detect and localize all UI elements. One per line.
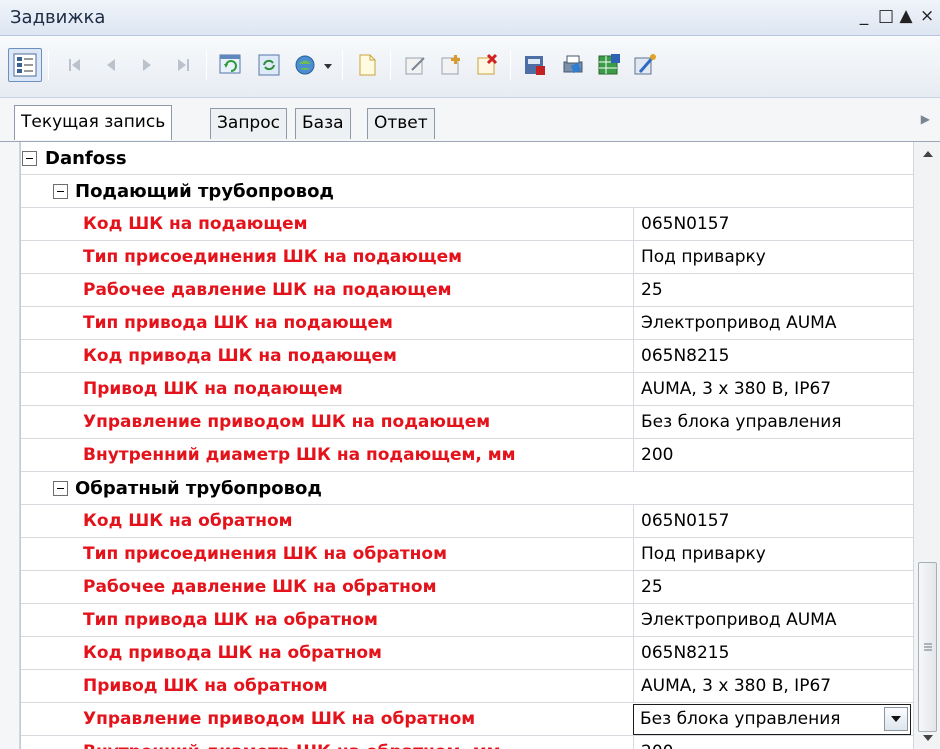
property-row[interactable]: Внутренний диаметр ШК на обратном, мм 20… [21,736,914,749]
property-value[interactable]: 065N0157 [641,505,729,538]
window-controls: _ □ ▲ × [857,6,935,26]
property-row[interactable]: Рабочее давление ШК на подающем 25 [21,274,914,307]
property-name: Код ШК на обратном [83,511,293,531]
scrollbar-thumb[interactable] [918,562,937,732]
window-title: Задвижка [10,7,106,28]
collapse-toggle-icon[interactable] [22,151,37,166]
property-name: Код привода ШК на обратном [83,643,382,663]
category-label: Подающий трубопровод [75,181,334,202]
property-row[interactable]: Код привода ШК на обратном 065N8215 [21,637,914,670]
property-name: Рабочее давление ШК на обратном [83,577,437,597]
property-name: Управление приводом ШК на обратном [83,709,476,729]
add-record-icon[interactable] [434,48,468,82]
property-name: Привод ШК на обратном [83,676,328,696]
property-value[interactable]: 065N8215 [641,340,729,373]
property-row[interactable]: Тип привода ШК на подающем Электропривод… [21,307,914,340]
property-name: Тип привода ШК на подающем [83,313,393,333]
property-value-dropdown[interactable]: Без блока управления [633,704,911,735]
property-row[interactable]: Код ШК на подающем 065N0157 [21,208,914,241]
refresh-icon[interactable] [214,48,248,82]
property-value[interactable]: 25 [641,274,663,307]
tab-query[interactable]: Запрос [210,108,287,139]
sync-icon[interactable] [252,48,286,82]
property-name: Внутренний диаметр ШК на обратном, мм [83,736,501,749]
property-value[interactable]: 200 [641,439,673,472]
minimize-button[interactable]: _ [857,6,871,26]
property-name: Внутренний диаметр ШК на подающем, мм [83,445,516,465]
edit-record-icon[interactable] [398,48,432,82]
property-value[interactable]: 200 [641,736,673,749]
property-row[interactable]: Внутренний диаметр ШК на подающем, мм 20… [21,439,914,472]
property-value[interactable]: AUMA, 3 x 380 B, IP67 [641,670,831,703]
export-icon[interactable] [518,48,552,82]
search-dropdown-icon[interactable] [322,56,334,76]
property-row[interactable]: Рабочее давление ШК на обратном 25 [21,571,914,604]
category-row-supply[interactable]: Подающий трубопровод [21,175,914,208]
property-value[interactable]: Электропривод AUMA [641,307,836,340]
property-name: Рабочее давление ШК на подающем [83,280,452,300]
category-label: Danfoss [45,148,127,169]
property-value[interactable]: AUMA, 3 x 380 B, IP67 [641,373,831,406]
property-row[interactable]: Тип привода ШК на обратном Электропривод… [21,604,914,637]
previous-record-icon[interactable] [94,48,128,82]
tabs-scroll-right-icon[interactable]: ▶ [921,112,930,126]
delete-record-icon[interactable] [470,48,504,82]
category-row-return[interactable]: Обратный трубопровод [21,472,914,505]
property-row[interactable]: Привод ШК на подающем AUMA, 3 x 380 B, I… [21,373,914,406]
collapse-button[interactable]: ▲ [899,6,913,26]
collapse-toggle-icon[interactable] [53,481,68,496]
property-name: Код ШК на подающем [83,214,308,234]
property-grid-gutter [0,142,20,749]
first-record-icon[interactable] [58,48,92,82]
tab-response[interactable]: Ответ [367,108,435,139]
property-row[interactable]: Тип присоединения ШК на подающем Под при… [21,241,914,274]
property-value[interactable]: 25 [641,571,663,604]
property-value[interactable]: Под приварку [641,538,766,571]
search-icon[interactable] [288,48,322,82]
window-titlebar: Задвижка _ □ ▲ × [0,0,940,36]
next-record-icon[interactable] [130,48,164,82]
tab-current-record[interactable]: Текущая запись [14,105,173,140]
tab-database[interactable]: База [295,108,351,139]
toolbar [0,36,940,98]
property-value[interactable]: 065N0157 [641,208,729,241]
tools-icon[interactable] [628,48,662,82]
property-row[interactable]: Управление приводом ШК на подающем Без б… [21,406,914,439]
scroll-up-icon[interactable] [914,144,940,164]
scroll-down-icon[interactable] [914,728,940,748]
property-row-editing[interactable]: Управление приводом ШК на обратном Без б… [21,703,914,736]
property-name: Тип привода ШК на обратном [83,610,378,630]
maximize-button[interactable]: □ [878,6,894,26]
property-value[interactable]: Под приварку [641,241,766,274]
vertical-scrollbar[interactable] [913,142,940,749]
category-label: Обратный трубопровод [75,478,322,499]
property-value[interactable]: 065N8215 [641,637,729,670]
categorized-view-icon[interactable] [8,48,42,82]
new-document-icon[interactable] [350,48,384,82]
property-row[interactable]: Код ШК на обратном 065N0157 [21,505,914,538]
property-row[interactable]: Тип присоединения ШК на обратном Под при… [21,538,914,571]
category-row-root[interactable]: Danfoss [21,142,914,175]
property-value[interactable]: Без блока управления [641,406,842,439]
property-grid: Danfoss Подающий трубопровод Код ШК на п… [20,142,914,749]
collapse-toggle-icon[interactable] [53,184,68,199]
property-name: Код привода ШК на подающем [83,346,397,366]
table-icon[interactable] [592,48,626,82]
property-name: Тип присоединения ШК на обратном [83,544,448,564]
property-value[interactable]: Электропривод AUMA [641,604,836,637]
tab-strip: Текущая запись Запрос База Ответ ▶ [0,98,940,142]
property-row[interactable]: Привод ШК на обратном AUMA, 3 x 380 B, I… [21,670,914,703]
property-row[interactable]: Код привода ШК на подающем 065N8215 [21,340,914,373]
property-value[interactable]: Без блока управления [640,705,841,734]
property-name: Тип присоединения ШК на подающем [83,247,463,267]
close-button[interactable]: × [920,6,934,26]
print-icon[interactable] [556,48,590,82]
property-name: Управление приводом ШК на подающем [83,412,491,432]
property-name: Привод ШК на подающем [83,379,343,399]
last-record-icon[interactable] [166,48,200,82]
dropdown-arrow-icon[interactable] [884,707,908,731]
